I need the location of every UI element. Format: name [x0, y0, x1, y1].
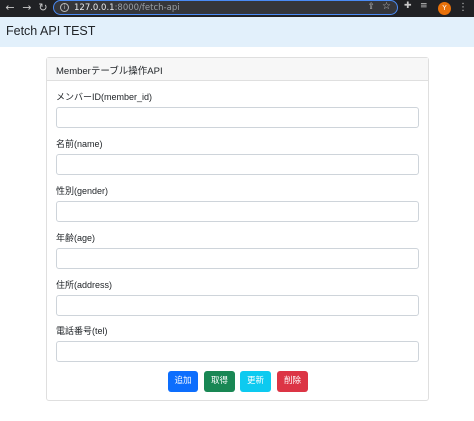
tel-label: 電話番号(tel) — [56, 326, 108, 336]
reload-icon[interactable]: ↻ — [37, 0, 49, 17]
reading-list-icon[interactable]: ≡ — [420, 1, 428, 11]
address-bar[interactable]: i 127.0.0.1:8000/fetch-api ⇪ ☆ — [53, 0, 398, 15]
delete-button[interactable]: 削除 — [277, 371, 308, 392]
member-id-field-group: メンバーID(member_id) — [56, 90, 419, 128]
get-button[interactable]: 取得 — [204, 371, 235, 392]
tel-input[interactable] — [56, 341, 419, 362]
member-id-label: メンバーID(member_id) — [56, 92, 153, 102]
more-menu-icon[interactable]: ⋮ — [458, 1, 468, 15]
extensions-icon[interactable]: ✚ — [404, 1, 412, 11]
card-header: Memberテーブル操作API — [47, 58, 428, 81]
member-card: Memberテーブル操作API メンバーID(member_id) 名前(nam… — [46, 57, 429, 401]
navbar-brand[interactable]: Fetch API TEST — [6, 24, 95, 38]
update-button[interactable]: 更新 — [240, 371, 271, 392]
info-icon[interactable]: i — [60, 3, 69, 12]
age-field-group: 年齢(age) — [56, 231, 419, 269]
name-field-group: 名前(name) — [56, 137, 419, 175]
profile-avatar[interactable]: Y — [438, 2, 451, 15]
gender-field-group: 性別(gender) — [56, 184, 419, 222]
gender-label: 性別(gender) — [56, 186, 109, 196]
age-label: 年齢(age) — [56, 233, 96, 243]
address-field-group: 住所(address) — [56, 278, 419, 316]
address-label: 住所(address) — [56, 280, 113, 290]
tel-field-group: 電話番号(tel) — [56, 324, 419, 362]
share-icon[interactable]: ⇪ — [367, 2, 375, 12]
address-input[interactable] — [56, 295, 419, 316]
url-text: 127.0.0.1:8000/fetch-api — [74, 2, 180, 13]
add-button[interactable]: 追加 — [168, 371, 198, 392]
age-input[interactable] — [56, 248, 419, 269]
bookmark-star-icon[interactable]: ☆ — [382, 1, 391, 12]
name-input[interactable] — [56, 154, 419, 175]
gender-input[interactable] — [56, 201, 419, 222]
member-id-input[interactable] — [56, 107, 419, 128]
browser-toolbar: ← → ↻ i 127.0.0.1:8000/fetch-api ⇪ ☆ ✚ ≡… — [0, 0, 474, 17]
app-navbar: Fetch API TEST — [0, 17, 474, 47]
forward-arrow-icon[interactable]: → — [21, 0, 33, 17]
back-arrow-icon[interactable]: ← — [4, 0, 16, 17]
name-label: 名前(name) — [56, 139, 103, 149]
